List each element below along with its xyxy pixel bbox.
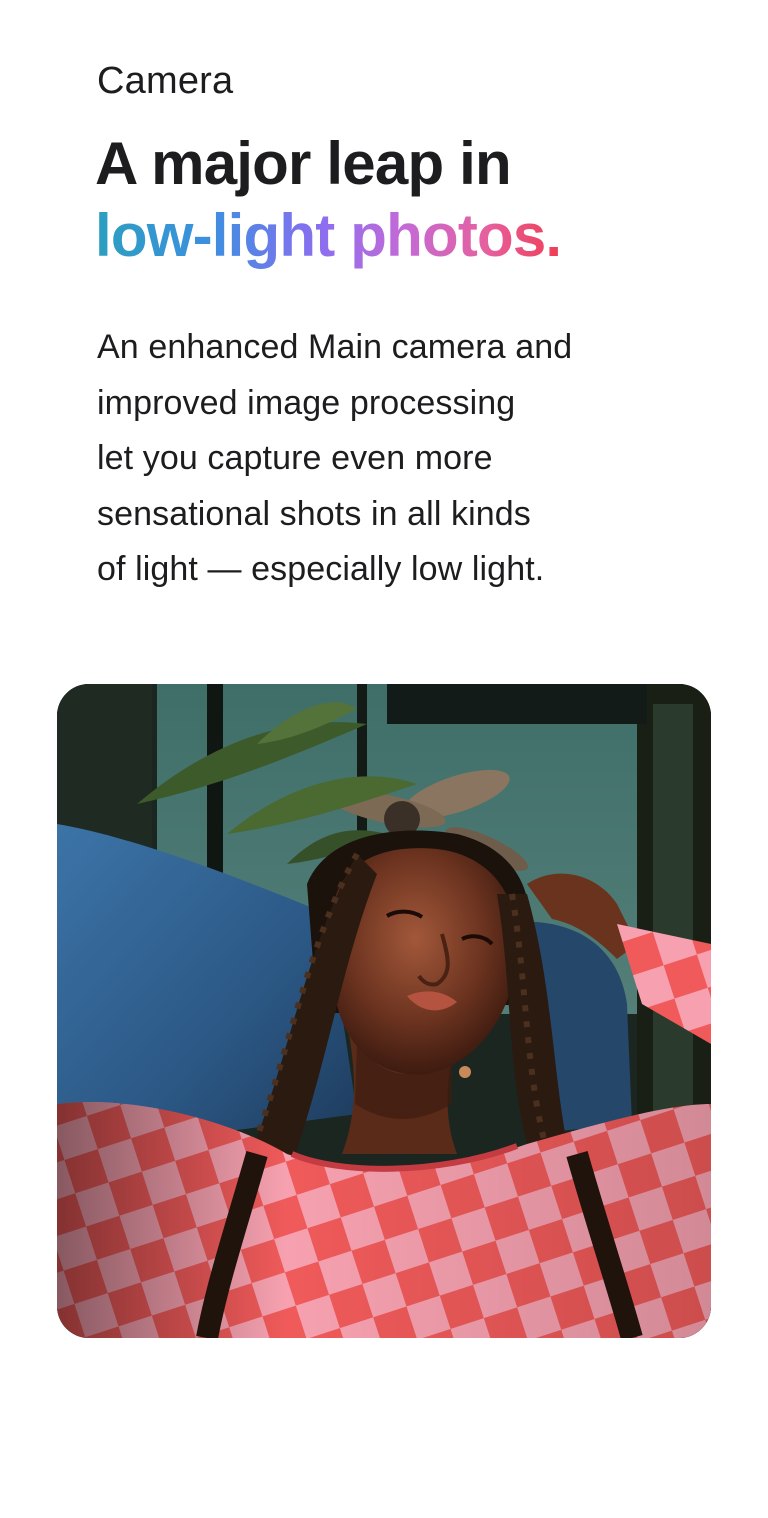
camera-section: Camera A major leap in low-light photos.… <box>0 0 768 1518</box>
body-line: sensational shots in all kinds <box>97 494 531 533</box>
section-body-copy: An enhanced Main camera and improved ima… <box>97 320 697 598</box>
portrait-illustration <box>57 684 711 1338</box>
body-line: An enhanced Main camera and <box>97 328 573 366</box>
body-line: of light — especially low light. <box>97 550 545 588</box>
body-line: improved image processing <box>97 383 516 422</box>
section-eyebrow: Camera <box>97 60 234 102</box>
headline-line-1: A major leap in <box>95 130 512 197</box>
low-light-portrait-photo <box>57 684 711 1338</box>
section-headline: A major leap in low-light photos. <box>95 128 562 272</box>
headline-line-2-gradient: low-light photos. <box>95 200 562 272</box>
body-line: let you capture even more <box>97 439 493 477</box>
